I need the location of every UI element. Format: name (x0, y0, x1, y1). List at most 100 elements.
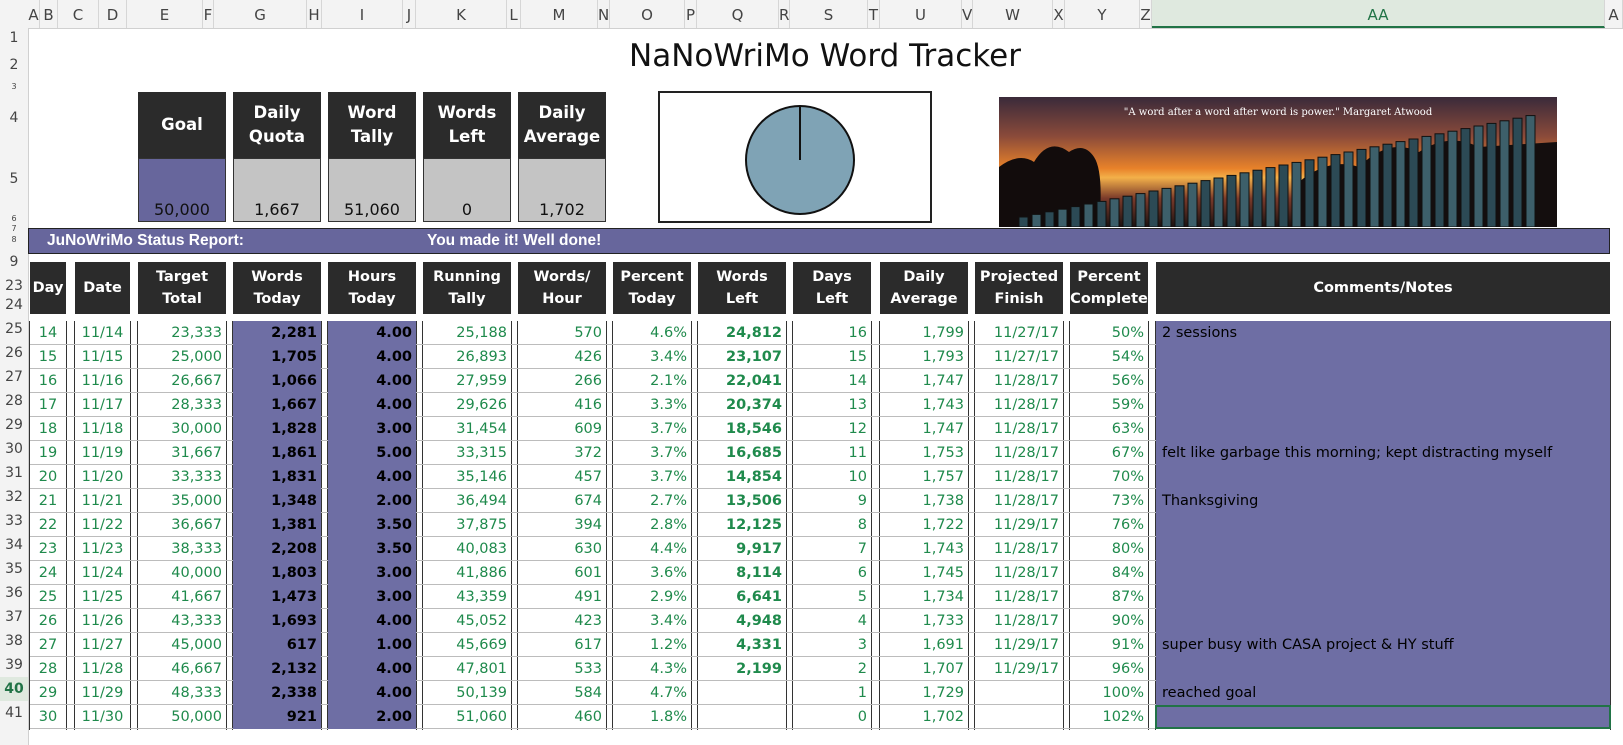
cell-pct_complete[interactable]: 59% (1070, 393, 1148, 417)
cell-days_left[interactable]: 16 (793, 321, 871, 345)
cell-days_left[interactable]: 10 (793, 465, 871, 489)
cell-days_left[interactable]: 0 (793, 705, 871, 729)
column-header-e[interactable]: E (127, 0, 203, 28)
cell-left[interactable]: 6,641 (698, 585, 786, 609)
cell-hours[interactable]: 4.00 (328, 345, 416, 369)
cell-words[interactable]: 1,861 (233, 441, 321, 465)
cell-tally[interactable]: 45,669 (423, 633, 511, 657)
column-header-f[interactable]: F (203, 0, 214, 28)
cell-day[interactable]: 19 (30, 441, 66, 465)
cell-hours[interactable]: 3.50 (328, 537, 416, 561)
cell-days_left[interactable]: 6 (793, 561, 871, 585)
cell-pct_today[interactable]: 2.7% (613, 489, 691, 513)
cell-pct_complete[interactable]: 56% (1070, 369, 1148, 393)
cell-hours[interactable]: 2.00 (328, 705, 416, 729)
cell-pct_complete[interactable]: 100% (1070, 681, 1148, 705)
cell-hours[interactable]: 3.00 (328, 417, 416, 441)
cell-finish[interactable] (975, 681, 1063, 705)
cell-hours[interactable]: 4.00 (328, 369, 416, 393)
cell-pct_today[interactable]: 3.7% (613, 441, 691, 465)
cell-date[interactable]: 11/24 (75, 561, 130, 585)
cell-left[interactable] (698, 681, 786, 705)
cell-avg[interactable]: 1,738 (880, 489, 968, 513)
row-header-25[interactable]: 25 (0, 317, 28, 341)
cell-tally[interactable]: 33,315 (423, 441, 511, 465)
cell-target[interactable]: 38,333 (138, 537, 226, 561)
cell-days_left[interactable]: 9 (793, 489, 871, 513)
cell-tally[interactable]: 31,454 (423, 417, 511, 441)
column-header-b[interactable]: B (40, 0, 58, 28)
table-header-5[interactable]: Running Tally (423, 262, 511, 314)
cell-date[interactable]: 11/20 (75, 465, 130, 489)
cell-date[interactable]: 11/19 (75, 441, 130, 465)
cell-words[interactable]: 1,828 (233, 417, 321, 441)
cell-pct_complete[interactable]: 54% (1070, 345, 1148, 369)
cell-avg[interactable]: 1,799 (880, 321, 968, 345)
cell-tally[interactable]: 40,083 (423, 537, 511, 561)
cell-left[interactable]: 22,041 (698, 369, 786, 393)
cell-words[interactable]: 2,132 (233, 657, 321, 681)
cell-day[interactable]: 30 (30, 705, 66, 729)
row-header-36[interactable]: 36 (0, 581, 28, 605)
cell-wph[interactable]: 423 (518, 609, 606, 633)
row-header-23[interactable]: 23 (0, 279, 28, 293)
cell-pct_complete[interactable]: 67% (1070, 441, 1148, 465)
row-header-35[interactable]: 35 (0, 557, 28, 581)
stat-value-2[interactable]: 51,060 (328, 158, 416, 222)
cell-finish[interactable]: 11/28/17 (975, 489, 1063, 513)
table-header-10[interactable]: Daily Average (880, 262, 968, 314)
cell-wph[interactable]: 491 (518, 585, 606, 609)
row-header-37[interactable]: 37 (0, 605, 28, 629)
row-header-26[interactable]: 26 (0, 341, 28, 365)
cell-note[interactable] (1156, 393, 1610, 417)
cell-pct_complete[interactable]: 102% (1070, 705, 1148, 729)
cell-date[interactable]: 11/18 (75, 417, 130, 441)
cell-note[interactable]: super busy with CASA project & HY stuff (1156, 633, 1610, 657)
cell-hours[interactable]: 3.50 (328, 513, 416, 537)
cell-target[interactable]: 41,667 (138, 585, 226, 609)
cell-wph[interactable]: 609 (518, 417, 606, 441)
cell-pct_today[interactable]: 3.7% (613, 417, 691, 441)
cell-days_left[interactable]: 1 (793, 681, 871, 705)
stat-value-4[interactable]: 1,702 (518, 158, 606, 222)
cell-wph[interactable]: 533 (518, 657, 606, 681)
row-header-41[interactable]: 41 (0, 701, 28, 725)
cell-pct_complete[interactable]: 90% (1070, 609, 1148, 633)
cell-tally[interactable]: 27,959 (423, 369, 511, 393)
cell-avg[interactable]: 1,747 (880, 369, 968, 393)
row-header-40[interactable]: 40 (0, 677, 28, 701)
cell-target[interactable]: 33,333 (138, 465, 226, 489)
table-header-9[interactable]: Days Left (793, 262, 871, 314)
cell-note[interactable] (1156, 657, 1610, 681)
column-header-s[interactable]: S (790, 0, 868, 28)
cell-pct_today[interactable]: 2.8% (613, 513, 691, 537)
cell-wph[interactable]: 460 (518, 705, 606, 729)
table-header-2[interactable]: Target Total (138, 262, 226, 314)
column-header-y[interactable]: Y (1065, 0, 1140, 28)
cell-hours[interactable]: 4.00 (328, 657, 416, 681)
row-header-39[interactable]: 39 (0, 653, 28, 677)
cell-pct_today[interactable]: 3.7% (613, 465, 691, 489)
cell-tally[interactable]: 41,886 (423, 561, 511, 585)
cell-avg[interactable]: 1,722 (880, 513, 968, 537)
cell-day[interactable]: 25 (30, 585, 66, 609)
cell-words[interactable]: 2,208 (233, 537, 321, 561)
cell-left[interactable]: 4,948 (698, 609, 786, 633)
cell-date[interactable]: 11/29 (75, 681, 130, 705)
cell-wph[interactable]: 457 (518, 465, 606, 489)
cell-days_left[interactable]: 8 (793, 513, 871, 537)
cell-days_left[interactable]: 15 (793, 345, 871, 369)
row-header-34[interactable]: 34 (0, 533, 28, 557)
cell-avg[interactable]: 1,753 (880, 441, 968, 465)
column-header-t[interactable]: T (868, 0, 880, 28)
cell-left[interactable]: 24,812 (698, 321, 786, 345)
cell-pct_today[interactable]: 3.3% (613, 393, 691, 417)
cell-day[interactable]: 23 (30, 537, 66, 561)
table-header-13[interactable]: Comments/Notes (1156, 262, 1610, 314)
cell-avg[interactable]: 1,707 (880, 657, 968, 681)
row-header-24[interactable]: 24 (0, 293, 28, 317)
cell-target[interactable]: 26,667 (138, 369, 226, 393)
cell-pct_today[interactable]: 3.4% (613, 609, 691, 633)
cell-avg[interactable]: 1,743 (880, 537, 968, 561)
cell-avg[interactable]: 1,745 (880, 561, 968, 585)
